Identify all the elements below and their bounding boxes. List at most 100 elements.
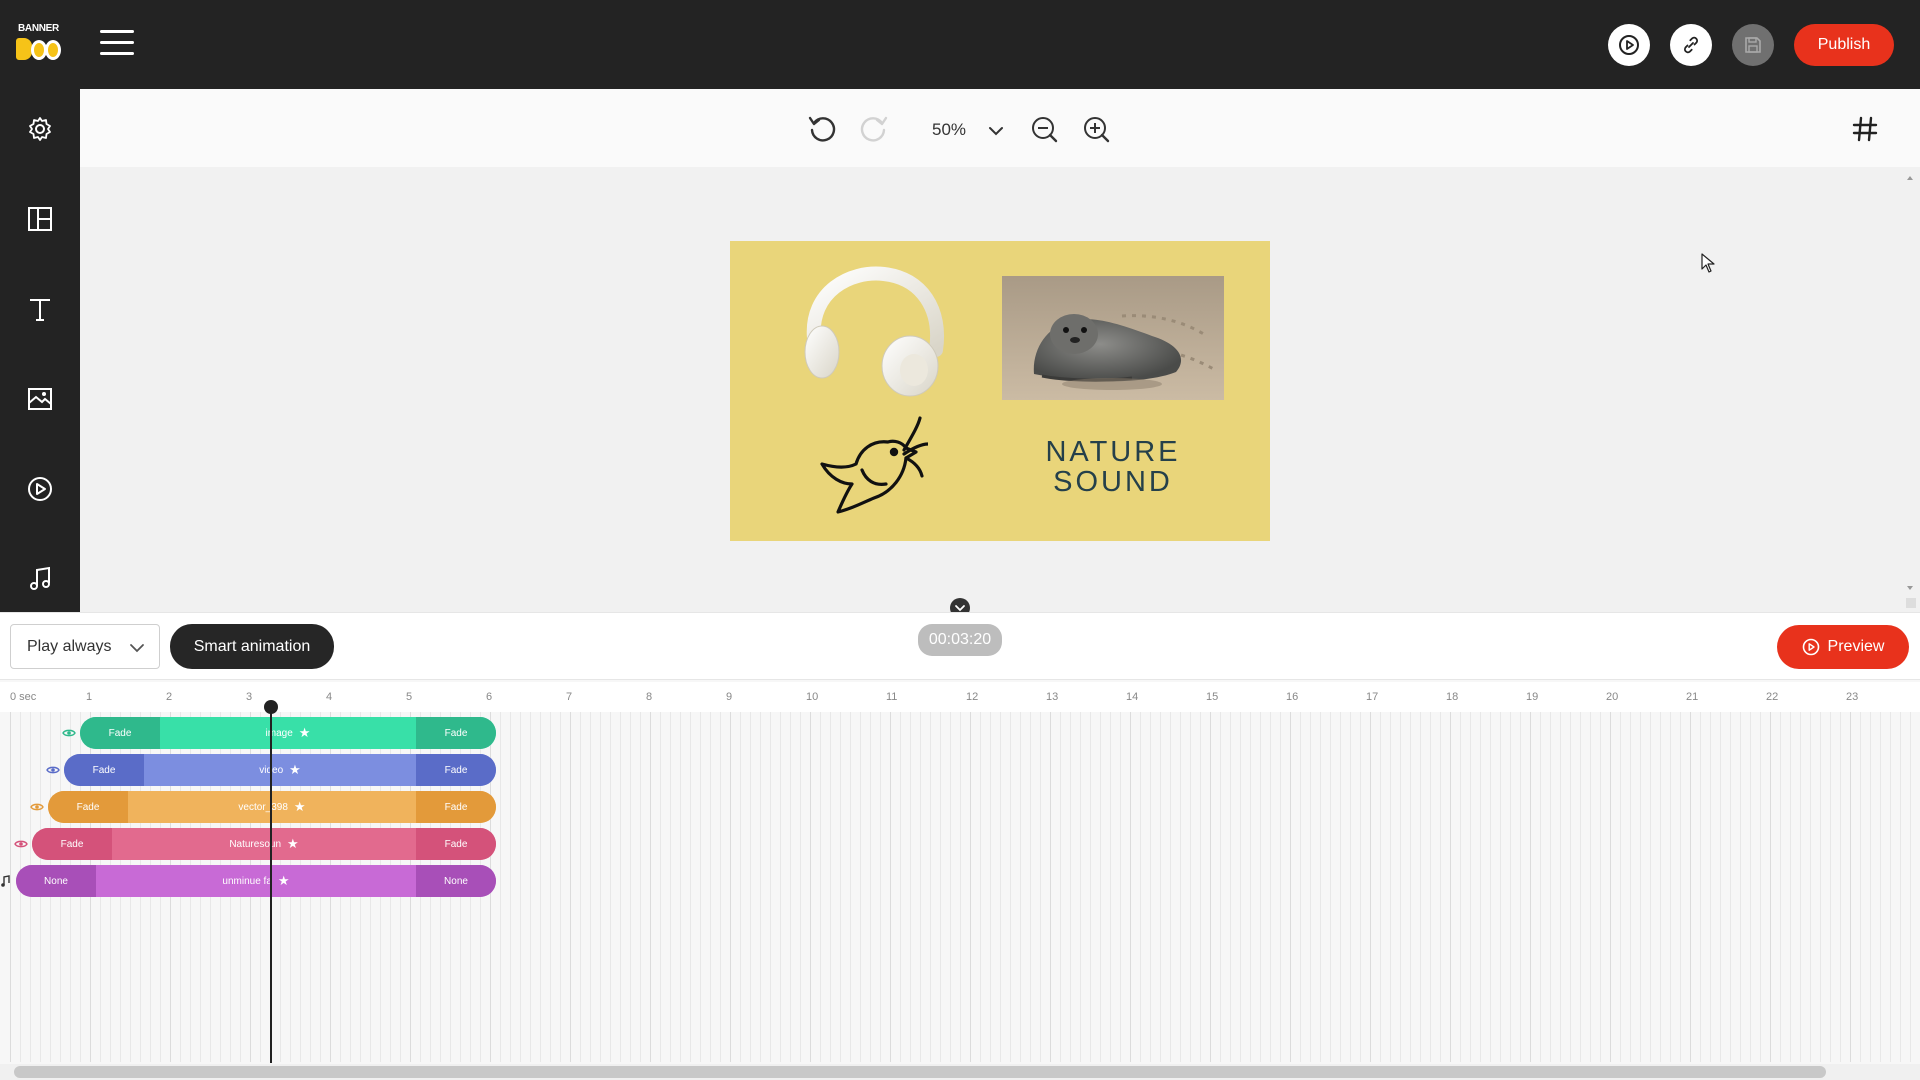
timeline-gridline xyxy=(570,712,571,1062)
timeline-track[interactable]: None unminue fa ★ None xyxy=(16,865,496,897)
timeline-gridline xyxy=(910,712,911,1062)
video-icon[interactable] xyxy=(24,473,56,505)
track-in-transition[interactable]: Fade xyxy=(64,754,144,786)
star-icon[interactable]: ★ xyxy=(294,799,306,815)
timeline-gridline xyxy=(1070,712,1071,1062)
track-out-transition[interactable]: Fade xyxy=(416,828,496,860)
timeline-gridline xyxy=(1140,712,1141,1062)
timeline-gridline xyxy=(1750,712,1751,1062)
play-circle-icon xyxy=(1802,638,1819,656)
timeline-gridline xyxy=(720,712,721,1062)
layout-icon[interactable] xyxy=(24,203,56,235)
publish-button[interactable]: Publish xyxy=(1794,24,1894,66)
canvas-vertical-scrollbar[interactable] xyxy=(1904,170,1916,610)
timeline-gridline xyxy=(780,712,781,1062)
timeline-gridline xyxy=(1710,712,1711,1062)
timeline-track[interactable]: Fadevideo★Fade xyxy=(64,754,496,786)
timeline-gridline xyxy=(1720,712,1721,1062)
timeline-gridline xyxy=(1050,712,1051,1062)
ruler-tick-label: 10 xyxy=(806,691,819,703)
save-icon[interactable] xyxy=(1732,24,1774,66)
timeline-ruler[interactable] xyxy=(0,682,1920,712)
track-layer-name: vector_398 xyxy=(238,801,288,813)
timeline-gridline xyxy=(950,712,951,1062)
timeline-gridline xyxy=(760,712,761,1062)
zoom-out-icon[interactable] xyxy=(1028,113,1062,147)
timeline-gridline xyxy=(590,712,591,1062)
timeline-gridline xyxy=(600,712,601,1062)
track-in-transition[interactable]: Fade xyxy=(32,828,112,860)
star-icon[interactable]: ★ xyxy=(289,762,301,778)
zoom-in-icon[interactable] xyxy=(1080,113,1114,147)
ruler-tick-label: 7 xyxy=(566,691,573,703)
play-mode-select[interactable]: Play always xyxy=(10,624,160,669)
timeline-track[interactable]: Fade vector_398 ★ Fade xyxy=(48,791,496,823)
link-icon[interactable] xyxy=(1670,24,1712,66)
track-layer-label[interactable]: video★ xyxy=(144,754,416,786)
track-layer-label[interactable]: Naturesoun ★ xyxy=(112,828,416,860)
track-in-transition[interactable]: Fade xyxy=(48,791,128,823)
track-out-transition[interactable]: Fade xyxy=(416,754,496,786)
text-icon[interactable] xyxy=(24,293,56,325)
ruler-tick-label: 9 xyxy=(726,691,733,703)
timeline-horizontal-scrollbar[interactable] xyxy=(14,1066,1826,1078)
timeline-gridline xyxy=(1640,712,1641,1062)
ruler-tick-label: 16 xyxy=(1286,691,1299,703)
timeline-track[interactable]: Fade image ★ Fade xyxy=(80,717,496,749)
timeline-gridline xyxy=(690,712,691,1062)
eye-icon[interactable] xyxy=(14,837,28,851)
headphones-image[interactable] xyxy=(792,260,952,400)
banner-title[interactable]: NATURE SOUND xyxy=(1003,437,1223,497)
smart-animation-button[interactable]: Smart animation xyxy=(170,624,334,669)
ruler-tick-label: 6 xyxy=(486,691,493,703)
timeline-track[interactable]: Fade Naturesoun ★ Fade xyxy=(32,828,496,860)
grid-icon[interactable] xyxy=(1848,112,1882,146)
track-in-transition[interactable]: None xyxy=(16,865,96,897)
bird-vector[interactable] xyxy=(808,414,928,520)
track-layer-label[interactable]: unminue fa ★ xyxy=(96,865,416,897)
redo-icon[interactable] xyxy=(857,111,891,145)
settings-icon[interactable] xyxy=(24,113,56,145)
star-icon[interactable]: ★ xyxy=(287,836,299,852)
timeline-gridline xyxy=(580,712,581,1062)
track-in-transition[interactable]: Fade xyxy=(80,717,160,749)
timeline-gridline xyxy=(1670,712,1671,1062)
seal-photo[interactable] xyxy=(1002,276,1224,400)
eye-icon[interactable] xyxy=(46,763,60,777)
music-icon[interactable] xyxy=(24,563,56,595)
ruler-tick-label: 20 xyxy=(1606,691,1619,703)
timeline-gridline xyxy=(1530,712,1531,1062)
timeline-gridline xyxy=(1820,712,1821,1062)
timeline-gridline xyxy=(1510,712,1511,1062)
timeline-gridline xyxy=(1560,712,1561,1062)
timeline-gridline xyxy=(510,712,511,1062)
eye-icon[interactable] xyxy=(30,800,44,814)
star-icon[interactable]: ★ xyxy=(278,873,290,889)
play-circle-icon[interactable] xyxy=(1608,24,1650,66)
chevron-down-icon[interactable] xyxy=(979,114,1013,148)
track-out-transition[interactable]: Fade xyxy=(416,717,496,749)
track-layer-label[interactable]: image ★ xyxy=(160,717,416,749)
music-note-icon[interactable] xyxy=(0,874,12,888)
banner-boo-logo[interactable]: BANNER xyxy=(16,24,64,64)
track-out-transition[interactable]: Fade xyxy=(416,791,496,823)
eye-icon[interactable] xyxy=(62,726,76,740)
zoom-value[interactable]: 50% xyxy=(932,120,966,140)
preview-button[interactable]: Preview xyxy=(1777,625,1909,669)
track-out-transition[interactable]: None xyxy=(416,865,496,897)
timeline-gridline xyxy=(1460,712,1461,1062)
star-icon[interactable]: ★ xyxy=(299,725,311,741)
timeline-gridline xyxy=(520,712,521,1062)
timeline-gridline xyxy=(1310,712,1311,1062)
playhead-handle[interactable] xyxy=(264,700,278,714)
playhead-line[interactable] xyxy=(270,708,272,1063)
timeline-gridline xyxy=(960,712,961,1062)
mouse-cursor-icon xyxy=(1701,253,1715,278)
menu-icon[interactable] xyxy=(100,30,134,58)
timeline-gridline xyxy=(1380,712,1381,1062)
track-layer-name: unminue fa xyxy=(222,875,272,887)
undo-icon[interactable] xyxy=(805,111,839,145)
timeline-gridline xyxy=(1220,712,1221,1062)
track-layer-label[interactable]: vector_398 ★ xyxy=(128,791,416,823)
image-icon[interactable] xyxy=(24,383,56,415)
